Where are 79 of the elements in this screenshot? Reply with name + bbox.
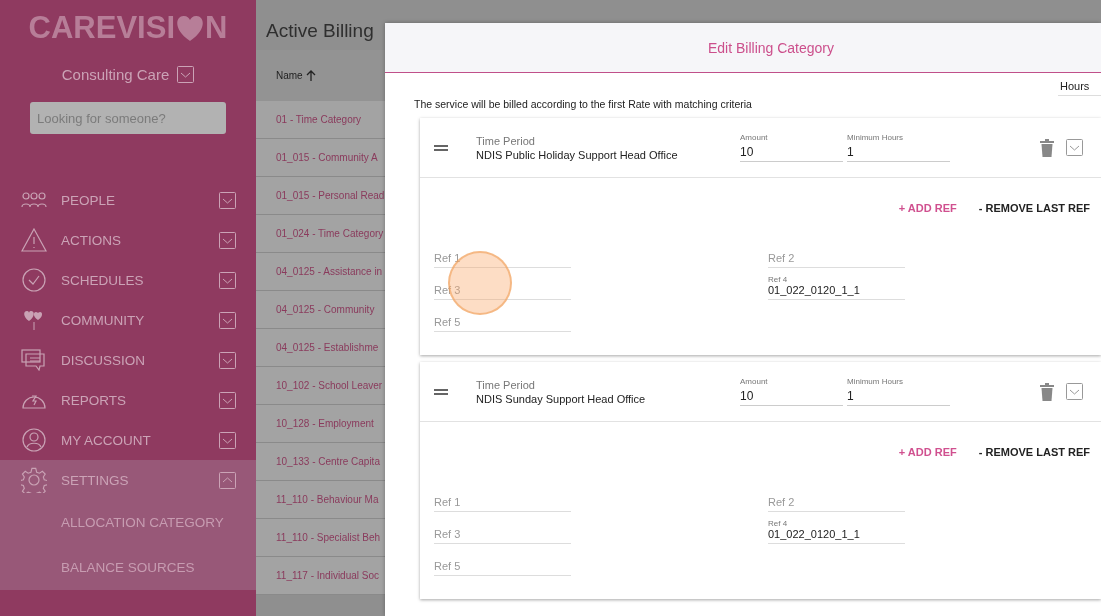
chevron-down-icon[interactable] [1066, 139, 1083, 156]
drag-handle-icon[interactable] [434, 144, 448, 151]
table-cell[interactable]: 01_015 - Personal Read [276, 190, 385, 201]
table-cell[interactable]: 10_133 - Centre Capita [276, 456, 380, 467]
add-ref-link[interactable]: + ADD REF [898, 202, 957, 214]
amount-field[interactable]: 10 [740, 145, 843, 162]
table-cell[interactable]: 01_024 - Time Category [276, 228, 384, 239]
remove-ref-link[interactable]: - REMOVE LAST REF [978, 446, 1090, 458]
unit-field[interactable]: Hours [1058, 80, 1101, 96]
field-label: Amount [740, 133, 768, 142]
table-cell[interactable]: 11_110 - Specialist Beh [276, 532, 381, 543]
organization-name: Consulting Care [61, 66, 170, 83]
field-label: Ref 4 [768, 275, 788, 284]
ref-field[interactable]: 01_022_0120_1_1 [768, 284, 905, 300]
table-cell[interactable]: 04_0125 - Community [276, 304, 375, 315]
table-cell[interactable]: 11_117 - Individual Soc [276, 570, 380, 581]
amount-field[interactable]: 10 [740, 389, 843, 406]
ref-field[interactable]: Ref 1 [434, 496, 571, 512]
nav-item[interactable]: COMMUNITY [0, 300, 256, 340]
table-cell[interactable]: 04_0125 - Establishme [276, 342, 379, 353]
chevron-down-icon[interactable] [219, 311, 236, 329]
table-cell[interactable]: 04_0125 - Assistance in [276, 266, 383, 277]
ref-field[interactable]: 01_022_0120_1_1 [768, 528, 905, 544]
ref-field[interactable]: Ref 5 [434, 560, 571, 576]
chevron-down-icon[interactable] [219, 351, 236, 369]
field-label: Amount [740, 377, 768, 386]
nav-item[interactable]: SCHEDULES [0, 260, 256, 300]
ref-field[interactable]: Ref 1 [434, 252, 571, 268]
logo-text: CAREVISI [28, 10, 175, 46]
nav-item[interactable]: REPORTS [0, 380, 256, 420]
ref-field[interactable]: Ref 3 [434, 528, 571, 544]
person-icon [22, 428, 46, 452]
warning-icon [21, 228, 47, 252]
trash-icon[interactable] [1040, 138, 1054, 157]
field-label: Minimum Hours [847, 133, 903, 142]
logo-text: N [205, 10, 228, 46]
table-cell[interactable]: 11_110 - Behaviour Ma [276, 494, 379, 505]
field-label: Time Period [476, 378, 536, 391]
dialog-title: Edit Billing Category [707, 39, 835, 56]
ref-field[interactable]: Ref 2 [768, 496, 905, 512]
nav-item[interactable]: MY ACCOUNT [0, 420, 256, 460]
add-ref-link[interactable]: + ADD REF [898, 446, 957, 458]
info-text: The service will be billed according to the first Rate with matching criteria [414, 98, 753, 112]
chevron-down-icon[interactable] [219, 271, 236, 289]
table-cell[interactable]: 10_128 - Employment [276, 418, 374, 429]
minimum-hours-field[interactable]: 1 [847, 145, 950, 162]
drag-handle-icon[interactable] [434, 388, 448, 395]
time-period-value: NDIS Sunday Support Head Office [476, 392, 647, 405]
trash-icon[interactable] [1040, 382, 1054, 401]
chevron-down-icon[interactable] [219, 191, 236, 209]
nav-item[interactable]: SETTINGS [0, 460, 256, 500]
chevron-up-icon[interactable] [219, 471, 236, 489]
column-header[interactable]: Name [276, 70, 303, 81]
time-period-value: NDIS Public Holiday Support Head Office [476, 148, 679, 161]
nav-subitem[interactable]: ALLOCATION CATEGORY [0, 500, 256, 545]
chevron-down-icon[interactable] [219, 231, 236, 249]
heart-icon [175, 14, 205, 42]
field-label: Time Period [476, 134, 536, 147]
table-cell[interactable]: 01_015 - Community A [276, 152, 378, 163]
ref-field[interactable]: Ref 2 [768, 252, 905, 268]
ref-field[interactable]: Ref 5 [434, 316, 571, 332]
minimum-hours-field[interactable]: 1 [847, 389, 950, 406]
chevron-down-icon[interactable] [1066, 383, 1083, 400]
chevron-down-icon[interactable] [219, 431, 236, 449]
people-icon [21, 191, 47, 209]
table-cell[interactable]: 01 - Time Category [276, 114, 362, 125]
dropdown-icon[interactable] [177, 66, 195, 83]
chat-icon [21, 349, 47, 371]
nav-item[interactable]: PEOPLE [0, 180, 256, 220]
remove-ref-link[interactable]: - REMOVE LAST REF [978, 202, 1090, 214]
page-title: Active Billing [266, 19, 374, 43]
field-label: Minimum Hours [847, 377, 903, 386]
field-label: Ref 4 [768, 519, 788, 528]
nav-item[interactable]: ACTIONS [0, 220, 256, 260]
gear-icon [21, 467, 47, 493]
nav-item[interactable]: DISCUSSION [0, 340, 256, 380]
table-cell[interactable]: 10_102 - School Leaver [276, 380, 383, 391]
nav-subitem[interactable]: BALANCE SOURCES [0, 545, 256, 590]
chevron-down-icon[interactable] [219, 391, 236, 409]
